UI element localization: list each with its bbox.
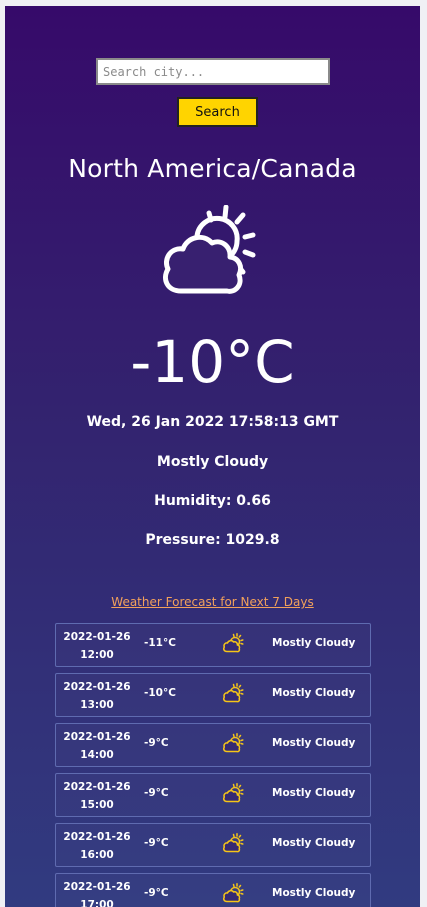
cloud-sun-icon [223,833,244,853]
forecast-title-link[interactable]: Weather Forecast for Next 7 Days [5,595,420,609]
current-pressure: Pressure: 1029.8 [145,532,280,548]
weather-app: Search North America/Canada -10°C Wed, 2… [5,6,420,907]
forecast-temperature: -11°C [144,637,176,649]
forecast-time: 17:00 [80,899,114,907]
forecast-temperature: -9°C [144,787,169,799]
forecast-condition: Mostly Cloudy [272,887,356,899]
forecast-row: 2022-01-26 13:00 -10°C Mostly Cloudy [55,673,371,717]
forecast-condition: Mostly Cloudy [272,837,356,849]
forecast-list: 2022-01-26 12:00 -11°C Mostly Cloudy 202… [55,623,371,907]
forecast-condition: Mostly Cloudy [272,687,356,699]
forecast-condition: Mostly Cloudy [272,637,356,649]
forecast-time: 12:00 [80,649,114,661]
forecast-datetime: 2022-01-26 15:00 [62,778,132,814]
search-button[interactable]: Search [177,97,258,127]
forecast-row: 2022-01-26 16:00 -9°C Mostly Cloudy [55,823,371,867]
forecast-row: 2022-01-26 12:00 -11°C Mostly Cloudy [55,623,371,667]
forecast-temperature: -9°C [144,887,169,899]
cloud-sun-icon [223,883,244,903]
forecast-time: 14:00 [80,749,114,761]
forecast-time: 13:00 [80,699,114,711]
forecast-row: 2022-01-26 17:00 -9°C Mostly Cloudy [55,873,371,907]
cloud-sun-icon [223,733,244,753]
cloud-sun-icon [163,205,256,294]
cloud-sun-icon [223,783,244,803]
forecast-datetime: 2022-01-26 16:00 [62,828,132,864]
forecast-date: 2022-01-26 [63,881,131,893]
location-title: North America/Canada [68,154,357,183]
search-input[interactable] [96,58,330,85]
forecast-temperature: -9°C [144,737,169,749]
forecast-time: 15:00 [80,799,114,811]
cloud-sun-icon [223,683,244,703]
forecast-date: 2022-01-26 [63,781,131,793]
current-humidity: Humidity: 0.66 [154,493,271,509]
forecast-date: 2022-01-26 [63,831,131,843]
cloud-sun-icon [223,633,244,653]
forecast-date: 2022-01-26 [63,681,131,693]
forecast-condition: Mostly Cloudy [272,787,356,799]
forecast-temperature: -9°C [144,837,169,849]
forecast-condition: Mostly Cloudy [272,737,356,749]
forecast-row: 2022-01-26 15:00 -9°C Mostly Cloudy [55,773,371,817]
forecast-temperature: -10°C [144,687,176,699]
forecast-datetime: 2022-01-26 17:00 [62,878,132,907]
forecast-datetime: 2022-01-26 14:00 [62,728,132,764]
current-condition: Mostly Cloudy [156,454,269,470]
forecast-time: 16:00 [80,849,114,861]
current-temperature: -10°C [130,328,295,396]
forecast-datetime: 2022-01-26 13:00 [62,678,132,714]
forecast-date: 2022-01-26 [63,731,131,743]
forecast-row: 2022-01-26 14:00 -9°C Mostly Cloudy [55,723,371,767]
forecast-datetime: 2022-01-26 12:00 [62,628,132,664]
forecast-date: 2022-01-26 [63,631,131,643]
current-datetime: Wed, 26 Jan 2022 17:58:13 GMT [86,414,339,430]
